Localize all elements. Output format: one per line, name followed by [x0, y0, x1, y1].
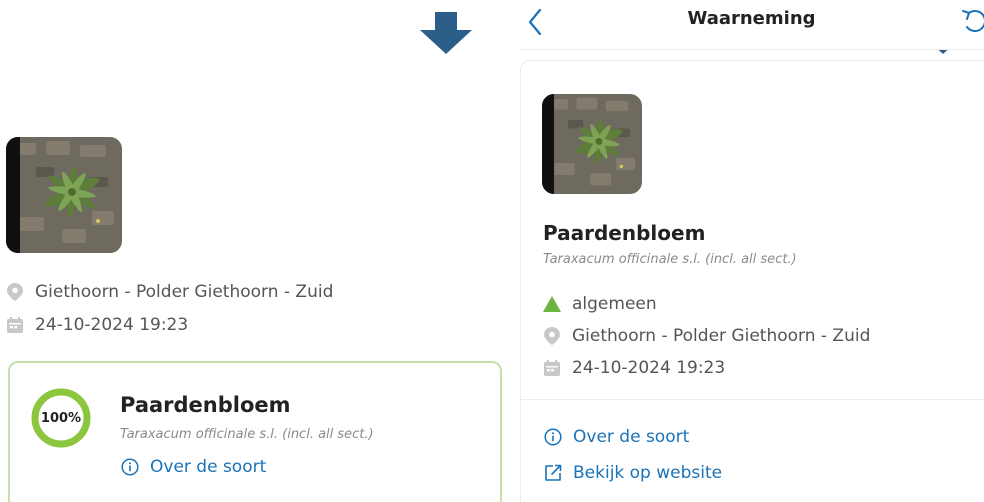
- datetime-row: 24-10-2024 19:23: [543, 358, 725, 378]
- location-text: Giethoorn - Polder Giethoorn - Zuid: [35, 282, 334, 302]
- about-species-label: Over de soort: [573, 427, 690, 447]
- divider: [521, 399, 984, 400]
- datetime-text: 24-10-2024 19:23: [35, 315, 189, 335]
- about-species-link[interactable]: Over de soort: [543, 427, 689, 447]
- observation-photo[interactable]: [542, 94, 642, 194]
- scientific-name: Taraxacum officinale s.l. (incl. all sec…: [543, 252, 797, 267]
- map-pin-icon: [543, 327, 561, 345]
- identification-result-panel: Giethoorn - Polder Giethoorn - Zuid 24-1…: [0, 0, 508, 502]
- info-icon: [120, 457, 140, 477]
- location-row: Giethoorn - Polder Giethoorn - Zuid: [6, 282, 333, 302]
- header-bar: Waarneming: [519, 0, 984, 50]
- datetime-text: 24-10-2024 19:23: [572, 358, 726, 378]
- datetime-row: 24-10-2024 19:23: [6, 315, 188, 335]
- refresh-icon: [962, 10, 984, 32]
- observation-card: Paardenbloem Taraxacum officinale s.l. (…: [520, 60, 984, 502]
- triangle-icon: [543, 295, 561, 313]
- calendar-icon: [543, 359, 561, 377]
- page-title: Waarneming: [687, 8, 816, 29]
- info-icon: [543, 427, 563, 447]
- species-name: Paardenbloem: [543, 221, 706, 245]
- observation-detail-panel: Waarneming Paardenbloem Taraxacum offici…: [519, 0, 984, 502]
- species-name: Paardenbloem: [120, 393, 291, 417]
- map-pin-icon: [6, 283, 24, 301]
- location-row: Giethoorn - Polder Giethoorn - Zuid: [543, 326, 870, 346]
- calendar-icon: [6, 316, 24, 334]
- species-result-card[interactable]: 100% Paardenbloem Taraxacum officinale s…: [8, 361, 502, 502]
- about-species-label: Over de soort: [150, 457, 267, 477]
- confidence-label: 100%: [40, 410, 82, 426]
- location-text: Giethoorn - Polder Giethoorn - Zuid: [572, 326, 871, 346]
- confidence-ring: 100%: [30, 387, 92, 449]
- observation-photo[interactable]: [6, 137, 122, 253]
- rarity-row: algemeen: [543, 294, 657, 314]
- refresh-button[interactable]: [959, 5, 984, 35]
- about-species-link[interactable]: Over de soort: [120, 457, 266, 477]
- rarity-text: algemeen: [572, 294, 657, 314]
- view-website-label: Bekijk op website: [573, 463, 723, 483]
- view-website-link[interactable]: Bekijk op website: [543, 463, 722, 483]
- external-link-icon: [543, 463, 563, 483]
- scientific-name: Taraxacum officinale s.l. (incl. all sec…: [120, 427, 374, 442]
